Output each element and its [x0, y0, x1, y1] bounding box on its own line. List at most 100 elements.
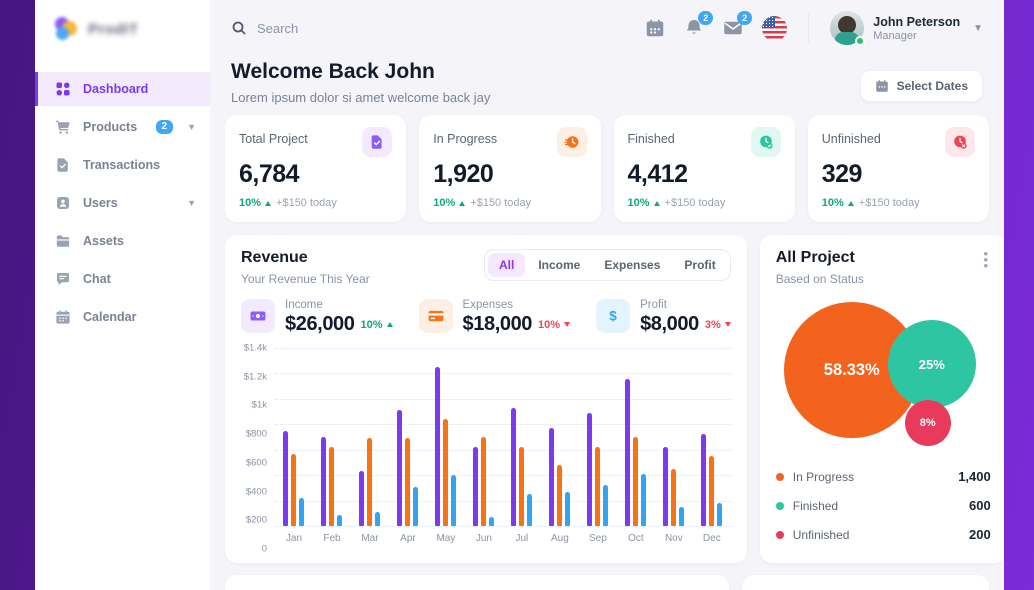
sidebar-item-label: Users [83, 196, 118, 210]
app-window: ProdIT Dashboard Products 2 ▼ Transactio… [35, 0, 1004, 590]
bar-expenses-oct [633, 437, 638, 526]
sidebar-item-chat[interactable]: Chat [35, 262, 210, 296]
revenue-stat-expenses: Expenses $18,000 10% [419, 299, 571, 336]
all-project-subtitle: Based on Status [776, 272, 991, 286]
stat-title: In Progress [433, 132, 497, 146]
stat-card-total-project: Total Project 6,784 10% +$150 today [225, 115, 406, 222]
search-input[interactable] [257, 21, 457, 36]
page-title: Welcome Back John [231, 60, 490, 84]
tab-profit[interactable]: Profit [673, 253, 726, 277]
chat-icon [55, 271, 71, 287]
trend-arrow-icon [848, 201, 854, 206]
clock-x-icon [945, 127, 975, 157]
stat-title: Unfinished [822, 132, 881, 146]
user-role: Manager [873, 30, 960, 42]
sidebar-item-label: Products [83, 120, 137, 134]
select-dates-label: Select Dates [897, 79, 968, 93]
tab-expenses[interactable]: Expenses [593, 253, 671, 277]
bar-profit-may [451, 475, 456, 526]
bottom-card-right [742, 575, 989, 590]
revenue-subtitle: Your Revenue This Year [241, 272, 370, 286]
bar-chart-plot [275, 348, 731, 526]
charts-row: Revenue Your Revenue This Year All Incom… [225, 235, 989, 563]
sidebar-item-dashboard[interactable]: Dashboard [35, 72, 210, 106]
chevron-down-icon: ▼ [187, 122, 196, 132]
sidebar-item-label: Transactions [83, 158, 160, 172]
us-flag-icon[interactable] [762, 16, 787, 41]
x-tick-label: Feb [313, 533, 351, 549]
bar-chart-xlabels: JanFebMarAprMayJunJulAugSepOctNovDec [275, 533, 731, 549]
stat-note: +$150 today [859, 197, 920, 209]
bar-income-oct [625, 379, 630, 526]
all-project-title: All Project [776, 249, 991, 267]
bar-expenses-feb [329, 447, 334, 526]
stat-value: 6,784 [239, 160, 392, 189]
revenue-stat-profit: $ Profit $8,000 3% [596, 299, 731, 336]
bar-income-aug [549, 428, 554, 526]
search-icon [231, 20, 247, 36]
sidebar-item-transactions[interactable]: Transactions [35, 148, 210, 182]
stat-note: +$150 today [470, 197, 531, 209]
legend-label: Unfinished [793, 528, 850, 542]
bar-income-jan [283, 431, 288, 526]
calendar-button[interactable] [645, 18, 665, 38]
sidebar-item-users[interactable]: Users ▼ [35, 186, 210, 220]
messages-badge: 2 [737, 11, 752, 25]
bar-income-jun [473, 447, 478, 526]
x-tick-label: Oct [617, 533, 655, 549]
revenue-stats: Income $26,000 10% Expenses [241, 299, 731, 336]
stat-card-unfinished: Unfinished 329 10% +$150 today [808, 115, 989, 222]
bar-income-sep [587, 413, 592, 526]
kebab-menu-icon[interactable]: ••• [979, 251, 993, 269]
status-legend: In Progress 1,400 Finished 600 Unfinishe… [776, 462, 991, 549]
bar-income-may [435, 367, 440, 526]
revenue-stat-income: Income $26,000 10% [241, 299, 393, 336]
document-icon [55, 157, 71, 173]
bar-group-oct [617, 348, 655, 526]
bar-group-mar [351, 348, 389, 526]
search-box [231, 20, 457, 36]
chevron-down-icon: ▼ [973, 23, 983, 34]
logo-text: ProdIT [88, 21, 139, 38]
bar-expenses-mar [367, 438, 372, 526]
notifications-button[interactable]: 2 [684, 18, 704, 38]
bottom-card-left [225, 575, 729, 590]
trend-arrow-icon [725, 322, 731, 327]
legend-row-finished: Finished 600 [776, 491, 991, 520]
sidebar-item-products[interactable]: Products 2 ▼ [35, 110, 210, 144]
file-check-icon [362, 127, 392, 157]
welcome-section: Welcome Back John Lorem ipsum dolor si a… [225, 56, 989, 105]
sidebar-item-assets[interactable]: Assets [35, 224, 210, 258]
legend-row-unfinished: Unfinished 200 [776, 520, 991, 549]
bar-group-apr [389, 348, 427, 526]
online-status-dot [855, 36, 865, 46]
bar-profit-feb [337, 515, 342, 526]
bar-income-mar [359, 471, 364, 526]
select-dates-button[interactable]: Select Dates [860, 70, 983, 102]
bar-group-may [427, 348, 465, 526]
main-area: 2 2 John Peterson Manager ▼ [210, 0, 1004, 590]
sidebar-item-calendar[interactable]: Calendar [35, 300, 210, 334]
bar-income-jul [511, 408, 516, 526]
legend-dot [776, 473, 784, 481]
revenue-filter-tabs: All Income Expenses Profit [484, 249, 731, 281]
page-subtitle: Lorem ipsum dolor si amet welcome back j… [231, 90, 490, 105]
bar-income-nov [663, 447, 668, 526]
clock-progress-icon [557, 127, 587, 157]
gridline [275, 526, 731, 527]
messages-button[interactable]: 2 [723, 18, 743, 38]
profile-menu[interactable]: John Peterson Manager ▼ [830, 11, 983, 45]
stat-note: +$150 today [665, 197, 726, 209]
bar-income-feb [321, 437, 326, 526]
x-tick-label: May [427, 533, 465, 549]
bar-profit-aug [565, 492, 570, 526]
tab-all[interactable]: All [488, 253, 525, 277]
products-count-badge: 2 [156, 120, 174, 134]
bar-profit-apr [413, 487, 418, 526]
revenue-stat-label: Expenses [463, 299, 571, 311]
bar-expenses-may [443, 419, 448, 526]
legend-label: Finished [793, 499, 838, 513]
bar-profit-mar [375, 512, 380, 526]
chevron-down-icon: ▼ [187, 198, 196, 208]
tab-income[interactable]: Income [527, 253, 591, 277]
